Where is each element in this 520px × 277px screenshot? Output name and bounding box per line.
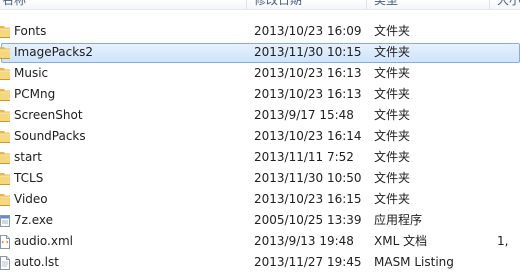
file-type: MASM Listing (374, 255, 454, 269)
file-name: Fonts (14, 24, 47, 38)
file-name: PCMng (14, 87, 56, 101)
file-icon (0, 254, 10, 271)
file-size (497, 252, 520, 273)
xml-file-icon (0, 233, 10, 250)
folder-icon (0, 191, 10, 208)
file-name: Video (14, 192, 48, 206)
folder-icon (0, 23, 10, 40)
file-modified-date: 2013/11/30 10:50 (254, 171, 362, 185)
file-size (497, 63, 520, 84)
column-header-size[interactable]: 大小 (497, 0, 520, 9)
file-name: ScreenShot (14, 108, 83, 122)
column-header-name[interactable]: 名称 (2, 0, 26, 9)
file-size (497, 126, 520, 147)
folder-icon (0, 107, 10, 124)
file-type: 文件夹 (374, 129, 411, 143)
file-modified-date: 2013/11/27 19:45 (254, 255, 362, 269)
file-row[interactable]: audio.xml 2013/9/13 19:48 XML 文档 1, (0, 231, 520, 252)
file-modified-date: 2013/11/30 10:15 (254, 45, 362, 59)
file-name: SoundPacks (14, 129, 86, 143)
file-modified-date: 2005/10/25 13:39 (254, 213, 362, 227)
file-size (497, 210, 520, 231)
folder-icon (0, 149, 10, 166)
file-modified-date: 2013/11/11 7:52 (254, 150, 354, 164)
file-size (497, 189, 520, 210)
file-row[interactable]: auto.lst 2013/11/27 19:45 MASM Listing (0, 252, 520, 273)
file-name: 7z.exe (14, 213, 54, 227)
file-type: 应用程序 (374, 213, 423, 227)
folder-icon (0, 65, 10, 82)
file-row[interactable]: Music 2013/10/23 16:13 文件夹 (0, 63, 520, 84)
file-type: 文件夹 (374, 192, 411, 206)
file-size (497, 42, 520, 63)
column-divider[interactable] (366, 0, 367, 9)
file-row[interactable]: SoundPacks 2013/10/23 16:14 文件夹 (0, 126, 520, 147)
file-name: ImagePacks2 (14, 45, 94, 59)
file-modified-date: 2013/10/23 16:14 (254, 129, 362, 143)
file-row[interactable]: ScreenShot 2013/9/17 15:48 文件夹 (0, 105, 520, 126)
file-row[interactable]: start 2013/11/11 7:52 文件夹 (0, 147, 520, 168)
column-divider[interactable] (246, 0, 247, 9)
file-modified-date: 2013/10/23 16:13 (254, 66, 362, 80)
file-type: XML 文档 (374, 234, 428, 248)
file-row[interactable]: ImagePacks2 2013/11/30 10:15 文件夹 (0, 42, 520, 63)
file-name: Music (14, 66, 49, 80)
folder-icon (0, 44, 10, 61)
column-divider[interactable] (489, 0, 490, 9)
exe-icon (0, 212, 10, 229)
file-row[interactable]: TCLS 2013/11/30 10:50 文件夹 (0, 168, 520, 189)
file-type: 文件夹 (374, 66, 411, 80)
file-size (497, 21, 520, 42)
file-modified-date: 2013/9/13 19:48 (254, 234, 354, 248)
file-name: auto.lst (14, 255, 59, 269)
file-row[interactable]: PCMng 2013/10/23 16:13 文件夹 (0, 84, 520, 105)
file-size (497, 168, 520, 189)
file-type: 文件夹 (374, 108, 411, 122)
file-name: audio.xml (14, 234, 73, 248)
column-header-date[interactable]: 修改日期 (254, 0, 302, 9)
folder-icon (0, 170, 10, 187)
file-size: 1, (497, 234, 509, 248)
file-type: 文件夹 (374, 45, 411, 59)
file-row[interactable]: 7z.exe 2005/10/25 13:39 应用程序 (0, 210, 520, 231)
file-modified-date: 2013/10/23 16:09 (254, 24, 362, 38)
folder-icon (0, 86, 10, 103)
file-modified-date: 2013/10/23 16:13 (254, 87, 362, 101)
file-type: 文件夹 (374, 87, 411, 101)
file-name: TCLS (14, 171, 44, 185)
folder-icon (0, 128, 10, 145)
file-size (497, 147, 520, 168)
file-row[interactable]: Fonts 2013/10/23 16:09 文件夹 (0, 21, 520, 42)
column-header: 名称 修改日期 类型 大小 (0, 0, 520, 10)
file-modified-date: 2013/10/23 16:15 (254, 192, 362, 206)
file-size (497, 84, 520, 105)
column-header-type[interactable]: 类型 (374, 0, 398, 9)
file-type: 文件夹 (374, 171, 411, 185)
file-type: 文件夹 (374, 150, 411, 164)
file-modified-date: 2013/9/17 15:48 (254, 108, 354, 122)
file-type: 文件夹 (374, 24, 411, 38)
file-row[interactable]: Video 2013/10/23 16:15 文件夹 (0, 189, 520, 210)
file-name: start (14, 150, 42, 164)
file-size (497, 105, 520, 126)
